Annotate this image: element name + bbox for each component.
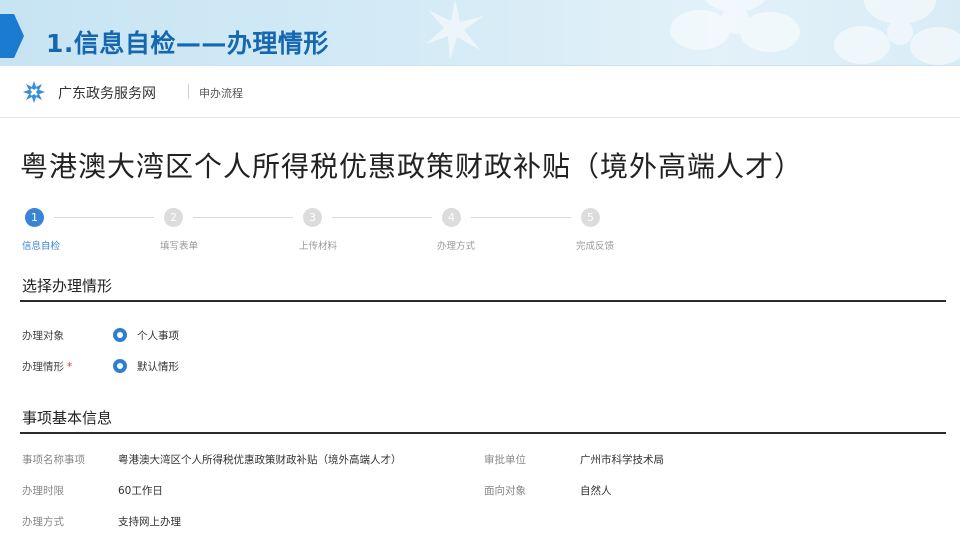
target-option-label[interactable]: 个人事项 (137, 328, 179, 343)
flower-decoration-icon (670, 0, 800, 52)
site-name[interactable]: 广东政务服务网 (58, 83, 156, 103)
site-header: 广东政务服务网 申办流程 (0, 66, 960, 118)
section-title-situation: 选择办理情形 (22, 277, 113, 295)
breadcrumb[interactable]: 申办流程 (199, 85, 243, 101)
target-label: 办理对象 (22, 330, 64, 342)
approver-label: 审批单位 (484, 454, 526, 466)
section-divider (20, 432, 946, 434)
item-name-value: 粤港澳大湾区个人所得税优惠政策财政补贴（境外高端人才） (118, 454, 402, 466)
deadline-value: 60工作日 (118, 485, 163, 497)
section-divider (20, 300, 946, 302)
step-connector (193, 217, 293, 218)
deadline-label: 办理时限 (22, 485, 64, 497)
step-3-indicator: 3 (303, 208, 322, 227)
step-5-label: 完成反馈 (576, 241, 615, 252)
flower-decoration-icon (426, 0, 484, 60)
approver-value: 广州市科学技术局 (580, 454, 664, 466)
method-label: 办理方式 (22, 516, 64, 528)
slide-banner: 1.信息自检——办理情形 (0, 0, 960, 66)
step-2-indicator: 2 (164, 208, 183, 227)
step-connector (471, 217, 571, 218)
header-divider (188, 84, 189, 99)
audience-label: 面向对象 (484, 485, 526, 497)
section-title-basic-info: 事项基本信息 (22, 409, 113, 427)
audience-value: 自然人 (580, 485, 612, 497)
step-connector (332, 217, 432, 218)
step-4-indicator: 4 (442, 208, 461, 227)
step-5-indicator: 5 (581, 208, 600, 227)
step-2-label: 填写表单 (160, 241, 199, 252)
target-radio[interactable] (113, 328, 127, 342)
page-title: 粤港澳大湾区个人所得税优惠政策财政补贴（境外高端人才） (20, 150, 804, 183)
case-label: 办理情形 * (22, 359, 72, 374)
step-connector (54, 217, 154, 218)
step-1-label: 信息自检 (22, 241, 61, 252)
flower-decoration-icon (834, 0, 960, 65)
step-3-label: 上传材料 (299, 241, 338, 252)
case-option-label[interactable]: 默认情形 (137, 359, 179, 374)
step-1-indicator: 1 (25, 208, 44, 227)
required-mark: * (67, 361, 73, 373)
slide-title: 1.信息自检——办理情形 (46, 29, 329, 58)
case-radio[interactable] (113, 359, 127, 373)
step-4-label: 办理方式 (437, 241, 476, 252)
guangdong-gov-logo-icon[interactable] (22, 80, 46, 104)
method-value: 支持网上办理 (118, 516, 181, 528)
case-label-text: 办理情形 (22, 361, 64, 373)
item-name-label: 事项名称事项 (22, 454, 85, 466)
banner-accent-arrow (0, 14, 24, 58)
